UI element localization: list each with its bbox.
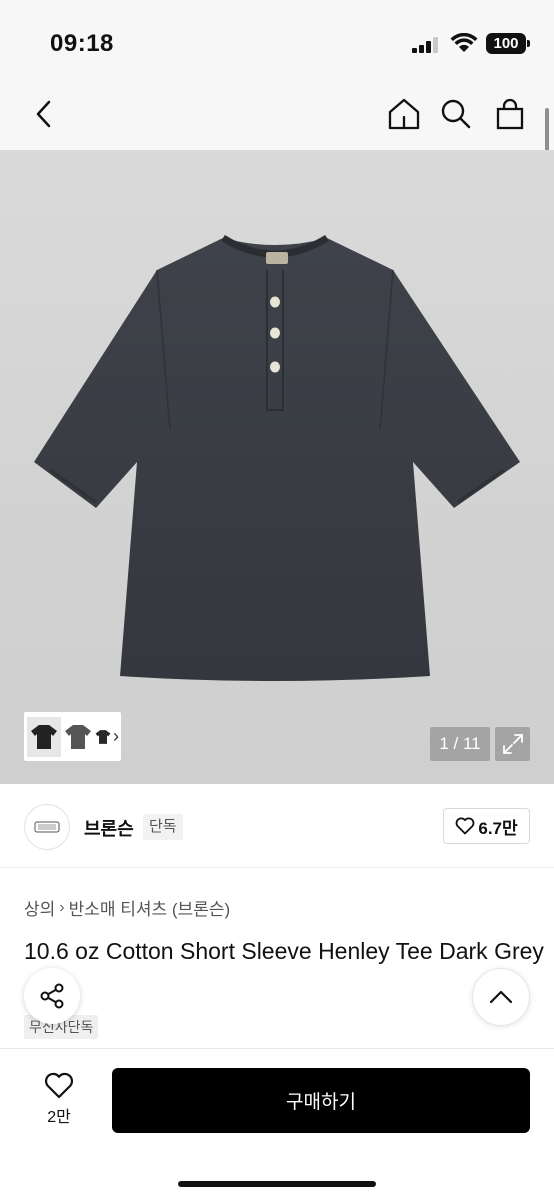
status-time: 09:18 (50, 30, 114, 57)
cart-button[interactable] (490, 92, 530, 136)
back-button[interactable] (24, 92, 64, 136)
home-button[interactable] (384, 92, 424, 136)
thumbnail-2[interactable] (61, 717, 95, 757)
home-icon (388, 98, 420, 130)
product-title: 10.6 oz Cotton Short Sleeve Henley Tee D… (24, 938, 544, 964)
chevron-right-icon[interactable]: › (113, 726, 119, 747)
search-icon (441, 99, 471, 129)
heart-icon (44, 1072, 74, 1098)
brand-row: 브론슨 단독 6.7만 (0, 784, 554, 868)
expand-button[interactable] (495, 727, 530, 761)
breadcrumb-item-subcategory[interactable]: 반소매 티셔츠 (브론슨) (69, 895, 231, 920)
chevron-up-icon (489, 990, 513, 1004)
brand-like-count: 6.7만 (478, 818, 518, 838)
buy-button[interactable]: 구매하기 (112, 1068, 530, 1133)
search-button[interactable] (436, 92, 476, 136)
home-indicator (178, 1181, 376, 1187)
chevron-right-icon: › (59, 898, 65, 916)
status-bar: 09:18 100 (0, 0, 554, 80)
breadcrumb: 상의 › 반소매 티셔츠 (브론슨) (24, 895, 230, 920)
image-counter: 1 / 11 (430, 727, 490, 761)
henley-tee-image (34, 235, 520, 681)
wifi-icon (450, 32, 478, 53)
shopping-bag-icon (496, 98, 524, 130)
share-button[interactable] (24, 968, 80, 1024)
scroll-to-top-button[interactable] (472, 968, 530, 1026)
bottom-action-bar: 2만 구매하기 (0, 1048, 554, 1200)
chevron-left-icon (36, 100, 51, 128)
brand-logo[interactable] (24, 804, 70, 850)
thumbnail-3[interactable] (95, 717, 111, 757)
heart-icon (455, 817, 475, 835)
exclusive-badge: 단독 (143, 814, 183, 840)
thumbnail-1[interactable] (27, 716, 61, 757)
brand-name[interactable]: 브론슨 (84, 815, 134, 841)
wishlist-count: 2만 (47, 1108, 71, 1126)
brand-like-button[interactable]: 6.7만 (443, 808, 530, 844)
thumbnail-strip[interactable]: › (24, 712, 121, 761)
expand-icon (502, 734, 523, 754)
share-icon (40, 983, 64, 1009)
battery-indicator: 100 (486, 33, 530, 54)
breadcrumb-item-category[interactable]: 상의 (24, 895, 55, 920)
product-image-gallery[interactable]: › 1 / 11 (0, 150, 554, 784)
top-nav (0, 80, 554, 150)
wishlist-button[interactable]: 2만 (24, 1069, 94, 1129)
cellular-signal-icon (412, 36, 440, 53)
